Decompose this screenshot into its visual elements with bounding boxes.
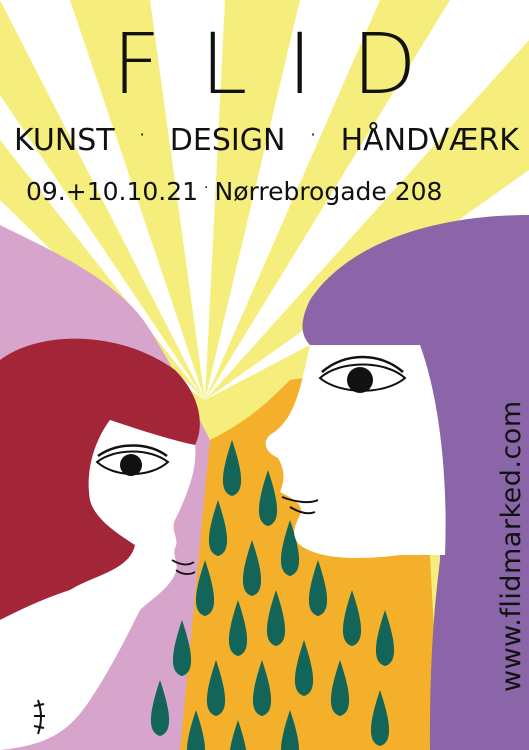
tagline-design: DESIGN (169, 123, 286, 158)
website-link[interactable]: www.flidmarked.com (496, 400, 527, 692)
event-dates: 09.+10.10.21 (26, 177, 199, 206)
tagline-handvaerk: HÅNDVÆRK (340, 123, 519, 158)
event-address: Nørrebrogade 208 (214, 177, 443, 206)
tagline-separator: · (139, 125, 145, 144)
poster-title: FLID (112, 15, 457, 113)
tagline-kunst: KUNST (14, 123, 115, 158)
poster: FLID KUNST · DESIGN · HÅNDVÆRK 09.+10.10… (0, 0, 529, 750)
tagline-separator: · (310, 125, 316, 144)
event-info: 09.+10.10.21 · Nørrebrogade 208 (26, 179, 516, 204)
info-separator: · (204, 179, 209, 196)
tagline: KUNST · DESIGN · HÅNDVÆRK (14, 126, 519, 156)
